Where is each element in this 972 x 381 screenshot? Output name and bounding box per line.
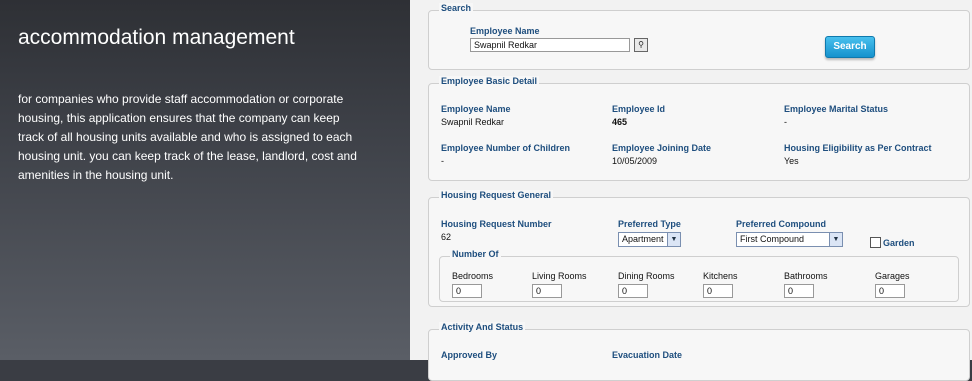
garages-input[interactable]: 0 [875,284,905,298]
basic-legend: Employee Basic Detail [439,76,540,86]
employee-basic-detail-fieldset: Employee Basic Detail Employee Name Swap… [428,76,970,181]
screenshot-panel: Search Employee Name Swapnil Redkar ⚲ Se… [410,0,972,381]
garden-label: Garden [883,238,915,248]
bedrooms-label: Bedrooms [452,271,494,281]
activity-legend: Activity And Status [439,322,526,332]
number-of-fieldset: Number Of Bedrooms 0 Living Rooms 0 Dini… [439,249,959,302]
chevron-down-icon[interactable]: ▼ [829,233,842,246]
description-text: for companies who provide staff accommod… [18,92,357,182]
basic-value-marital-status: - [784,117,787,127]
preferred-type-value: Apartment [622,234,664,244]
employee-name-input[interactable]: Swapnil Redkar [470,38,630,52]
evacuation-date-label: Evacuation Date [612,350,683,360]
garages-label: Garages [875,271,910,281]
approved-by-label: Approved By [441,350,498,360]
basic-label-employee-name: Employee Name [441,104,511,114]
housing-request-number-label: Housing Request Number [441,219,552,229]
preferred-compound-value: First Compound [740,234,805,244]
basic-value-number-of-children: - [441,156,444,166]
preferred-compound-select[interactable]: First Compound ▼ [736,232,843,247]
dining-rooms-label: Dining Rooms [618,271,675,281]
kitchens-label: Kitchens [703,271,738,281]
page-title: accommodation management [18,26,295,49]
garden-checkbox[interactable] [870,237,881,248]
living-rooms-label: Living Rooms [532,271,587,281]
dining-rooms-input[interactable]: 0 [618,284,648,298]
marketing-panel: accommodation management for companies w… [0,0,410,360]
kitchens-input[interactable]: 0 [703,284,733,298]
bathrooms-label: Bathrooms [784,271,828,281]
basic-value-housing-eligibility: Yes [784,156,799,166]
housing-request-general-fieldset: Housing Request General Housing Request … [428,190,970,307]
number-of-legend: Number Of [450,249,501,259]
search-legend: Search [439,3,474,13]
bathrooms-input[interactable]: 0 [784,284,814,298]
chevron-down-icon[interactable]: ▼ [667,233,680,246]
activity-and-status-fieldset: Activity And Status Approved By Evacuati… [428,322,970,381]
basic-label-employee-id: Employee Id [612,104,666,114]
basic-value-joining-date: 10/05/2009 [612,156,658,166]
basic-label-number-of-children: Employee Number of Children [441,143,571,153]
preferred-type-select[interactable]: Apartment ▼ [618,232,681,247]
search-fieldset: Search Employee Name Swapnil Redkar ⚲ Se… [428,3,970,70]
basic-label-joining-date: Employee Joining Date [612,143,712,153]
search-button[interactable]: Search [825,36,875,58]
housing-legend: Housing Request General [439,190,554,200]
lookup-icon[interactable]: ⚲ [634,38,648,52]
basic-label-housing-eligibility: Housing Eligibility as Per Contract [784,143,932,153]
employee-name-label: Employee Name [470,26,540,36]
basic-label-marital-status: Employee Marital Status [784,104,889,114]
bedrooms-input[interactable]: 0 [452,284,482,298]
basic-value-employee-id: 465 [612,117,628,127]
preferred-type-label: Preferred Type [618,219,681,229]
living-rooms-input[interactable]: 0 [532,284,562,298]
basic-value-employee-name: Swapnil Redkar [441,117,505,127]
housing-request-number-value: 62 [441,232,452,242]
preferred-compound-label: Preferred Compound [736,219,827,229]
